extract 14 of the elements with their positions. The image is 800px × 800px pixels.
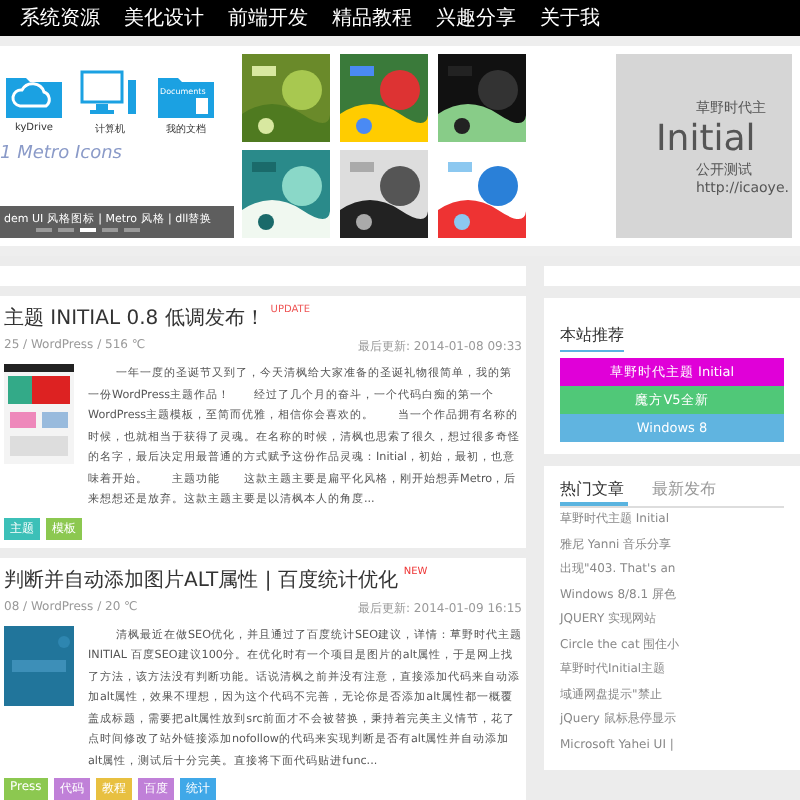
nav-link[interactable]: 精品教程: [332, 4, 412, 32]
tab[interactable]: 最新发布: [652, 478, 720, 506]
slide-heading: 1 Metro Icons: [0, 144, 124, 164]
nav-link[interactable]: 关于我: [540, 4, 600, 32]
nav-link[interactable]: 美化设计: [124, 4, 204, 32]
widget-title: 本站推荐: [560, 324, 624, 352]
post-title[interactable]: 判断并自动添加图片ALT属性 | 百度统计优化: [4, 565, 398, 593]
nav-link[interactable]: 系统资源: [20, 4, 100, 32]
tab[interactable]: 热门文章: [560, 478, 628, 506]
post-title[interactable]: 主题 INITIAL 0.8 低调发布！: [4, 304, 265, 332]
nav-link[interactable]: 前端开发: [228, 4, 308, 32]
nav-link[interactable]: 兴趣分享: [436, 4, 516, 32]
banner-title: Initial: [656, 117, 756, 159]
computer-icon: [80, 70, 140, 118]
